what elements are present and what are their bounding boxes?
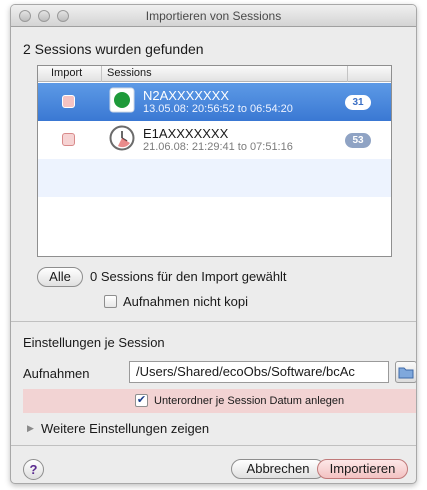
cancel-button[interactable]: Abbrechen	[231, 459, 325, 479]
import-sessions-window: Importieren von Sessions 2 Sessions wurd…	[10, 4, 417, 484]
select-all-button[interactable]: Alle	[37, 267, 83, 287]
selected-count-label: 0 Sessions für den Import gewählt	[90, 269, 287, 284]
divider	[11, 321, 416, 322]
sessions-found-label: 2 Sessions wurden gefunden	[23, 41, 204, 57]
recording-count-badge: 53	[345, 133, 371, 148]
session-date-range: 21.06.08: 21:29:41 to 07:51:16	[143, 141, 293, 153]
clock-icon	[109, 125, 135, 151]
do-not-copy-checkbox[interactable]	[104, 295, 117, 308]
session-row[interactable]: N2AXXXXXXX 13.05.08: 20:56:52 to 06:54:2…	[38, 83, 391, 121]
green-record-icon	[109, 87, 135, 113]
table-header: Import Sessions	[38, 66, 391, 82]
more-settings-toggle[interactable]: Weitere Einstellungen zeigen	[41, 421, 209, 436]
session-date-range: 13.05.08: 20:56:52 to 06:54:20	[143, 103, 293, 115]
import-checkbox[interactable]	[62, 95, 75, 108]
import-button[interactable]: Importieren	[317, 459, 408, 479]
help-button[interactable]: ?	[23, 459, 44, 480]
recordings-path-field[interactable]: /Users/Shared/ecoObs/Software/bcAc	[129, 361, 389, 383]
import-checkbox[interactable]	[62, 133, 75, 146]
choose-folder-button[interactable]	[395, 361, 416, 383]
recording-count-badge: 31	[345, 95, 371, 110]
column-header-sessions[interactable]: Sessions	[107, 67, 152, 79]
recordings-path-label: Aufnahmen	[23, 366, 90, 381]
subfolder-label: Unterordner je Session Datum anlegen	[154, 395, 345, 407]
column-divider	[101, 66, 102, 82]
column-divider	[347, 66, 348, 82]
section-title: Einstellungen je Session	[23, 335, 165, 350]
window-title: Importieren von Sessions	[145, 9, 282, 23]
folder-icon	[398, 367, 414, 379]
divider	[11, 445, 416, 446]
session-name: E1AXXXXXXX	[143, 126, 229, 141]
session-name: N2AXXXXXXX	[143, 88, 229, 103]
do-not-copy-label: Aufnahmen nicht kopi	[123, 294, 249, 309]
sessions-table: Import Sessions N2AXXXXXXX 13.05.08: 20:…	[37, 65, 392, 257]
title-bar[interactable]: Importieren von Sessions	[11, 5, 416, 27]
disclosure-triangle-icon[interactable]: ▶	[27, 423, 34, 434]
session-row[interactable]: E1AXXXXXXX 21.06.08: 21:29:41 to 07:51:1…	[38, 121, 391, 159]
column-header-import[interactable]: Import	[51, 67, 82, 79]
empty-row	[38, 159, 391, 197]
empty-row	[38, 197, 391, 235]
subfolder-checkbox[interactable]: ✔	[135, 394, 148, 407]
